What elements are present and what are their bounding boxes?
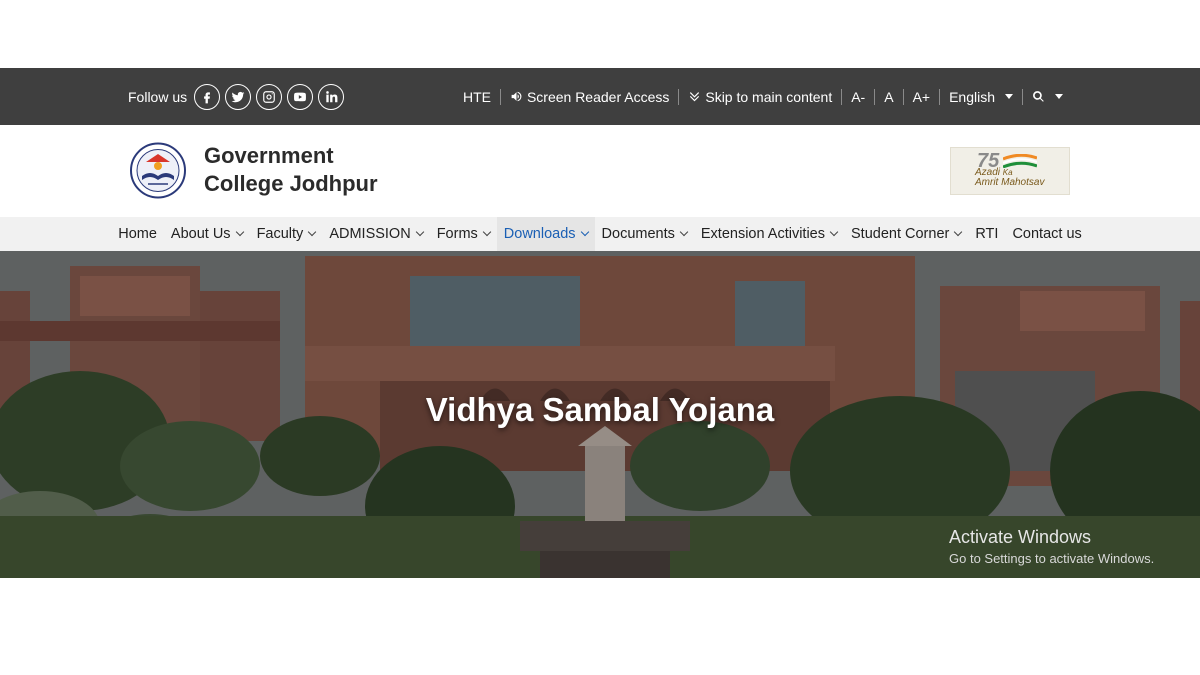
azadi-line2: Amrit Mahotsav [975, 177, 1045, 188]
screen-reader-link[interactable]: Screen Reader Access [501, 89, 678, 105]
nav-item-label: Extension Activities [700, 226, 825, 242]
activate-windows-subtitle: Go to Settings to activate Windows. [949, 551, 1155, 566]
hero-title: Vidhya Sambal Yojana [425, 391, 775, 428]
chevron-down-icon [415, 227, 424, 237]
chevron-down-icon [308, 227, 317, 237]
college-emblem-icon [130, 142, 186, 199]
hte-label: HTE [462, 88, 491, 105]
nav-item-label: Forms [436, 226, 478, 242]
college-logo[interactable] [128, 142, 188, 199]
nav-item-home[interactable]: Home [111, 217, 164, 251]
nav-item-extension-activities[interactable]: Extension Activities [694, 217, 844, 251]
font-normal-button[interactable]: A [875, 89, 902, 105]
double-chevron-down-icon [690, 92, 700, 102]
nav-item-student-corner[interactable]: Student Corner [844, 217, 968, 251]
screen-reader-label: Screen Reader Access [526, 88, 670, 105]
nav-item-admission[interactable]: ADMISSION [322, 217, 429, 251]
font-increase-label: A+ [912, 88, 931, 105]
skip-to-content-link[interactable]: Skip to main content [679, 89, 841, 105]
font-increase-button[interactable]: A+ [904, 89, 940, 105]
chevron-down-icon [482, 227, 492, 237]
language-label: English [949, 88, 995, 105]
language-select[interactable]: English [940, 89, 1022, 105]
chevron-down-icon [954, 227, 963, 237]
nav-item-downloads[interactable]: Downloads [496, 217, 595, 251]
utility-links: HTE Screen Reader Access Skip to main co… [454, 68, 1072, 125]
font-decrease-button[interactable]: A- [842, 89, 874, 105]
college-name-line2: College Jodhpur [204, 171, 378, 196]
facebook-icon[interactable] [194, 83, 221, 110]
nav-item-label: Student Corner [851, 226, 950, 242]
college-name[interactable]: Government College Jodhpur [204, 142, 378, 198]
nav-item-contact-us[interactable]: Contact us [1005, 217, 1088, 251]
volume-icon [511, 91, 522, 102]
nav-item-faculty[interactable]: Faculty [250, 217, 323, 251]
nav-item-label: Documents [601, 226, 675, 242]
nav-item-rti[interactable]: RTI [968, 217, 1005, 251]
follow-us-label: Follow us [128, 88, 188, 105]
nav-item-label: Faculty [256, 226, 304, 242]
skip-label: Skip to main content [705, 88, 833, 105]
top-utility-bar: Follow us HTE Screen Reader Access Skip … [0, 68, 1200, 125]
chevron-down-icon [580, 227, 589, 237]
activate-windows-watermark: Activate Windows Go to Settings to activ… [949, 527, 1154, 566]
youtube-icon[interactable] [287, 83, 314, 110]
search-icon [1033, 91, 1044, 102]
instagram-icon[interactable] [256, 83, 283, 110]
font-normal-label: A [884, 88, 894, 105]
azadi-ka-amrit-mahotsav-logo: 75 Azadi Ka Amrit Mahotsav [950, 147, 1070, 195]
linkedin-icon[interactable] [318, 83, 345, 110]
chevron-down-icon [679, 227, 689, 237]
nav-item-label: Home [118, 226, 157, 242]
college-name-line1: Government [204, 143, 334, 168]
azadi-text: Azadi Ka Amrit Mahotsav [975, 168, 1044, 188]
caret-down-icon [1055, 94, 1063, 99]
nav-item-forms[interactable]: Forms [430, 217, 497, 251]
tricolor-flag-icon [1003, 154, 1037, 168]
social-links: Follow us [128, 68, 345, 125]
font-decrease-label: A- [851, 88, 866, 105]
nav-item-label: Downloads [503, 226, 576, 242]
page: Follow us HTE Screen Reader Access Skip … [0, 0, 1200, 675]
nav-item-label: About Us [170, 226, 231, 242]
nav-item-about-us[interactable]: About Us [164, 217, 250, 251]
twitter-icon[interactable] [225, 83, 252, 110]
chevron-down-icon [235, 227, 244, 237]
caret-down-icon [1005, 94, 1013, 99]
chevron-down-icon [829, 227, 839, 237]
main-navigation: Home About Us Faculty ADMISSION Forms Downloa… [0, 217, 1200, 251]
nav-item-label: ADMISSION [329, 226, 411, 242]
activate-windows-title: Activate Windows [949, 527, 1092, 547]
nav-item-label: Contact us [1012, 226, 1082, 242]
nav-item-documents[interactable]: Documents [595, 217, 694, 251]
azadi-ka: Ka [1002, 168, 1013, 177]
hte-link[interactable]: HTE [454, 89, 500, 105]
site-header: Government College Jodhpur 75 Azadi Ka A… [0, 125, 1200, 217]
nav-item-label: RTI [975, 226, 999, 242]
search-toggle[interactable] [1023, 90, 1072, 103]
